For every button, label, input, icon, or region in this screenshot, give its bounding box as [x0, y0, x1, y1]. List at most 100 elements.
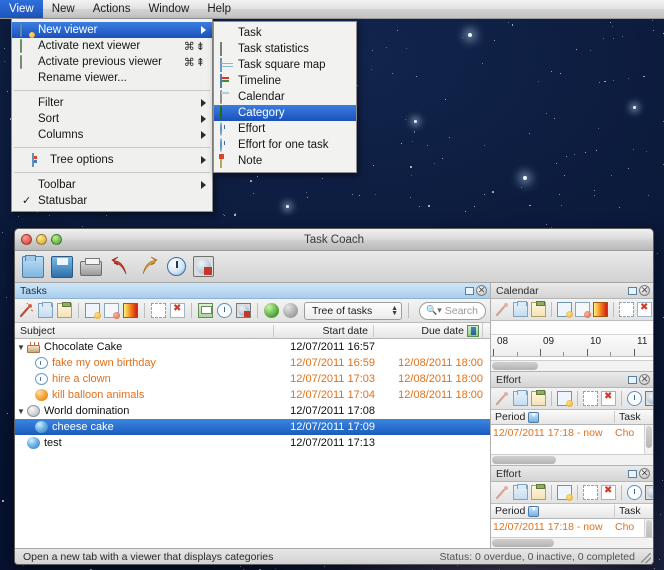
scrollbar-thumb[interactable] [492, 362, 538, 370]
undo-arrow-icon[interactable] [109, 256, 131, 278]
priority-gradient-icon[interactable] [593, 302, 608, 317]
scrollbar-thumb[interactable] [646, 520, 652, 537]
mark-inactive-icon[interactable] [151, 303, 166, 318]
edit-effort-icon[interactable] [557, 391, 573, 407]
new-task-wand-icon[interactable] [495, 391, 510, 406]
sort-indicator-icon[interactable] [467, 324, 479, 337]
effort-panel-2-close-icon[interactable]: ✕ [639, 468, 650, 479]
delete-task-icon[interactable] [170, 303, 185, 318]
sort-down-icon[interactable] [528, 411, 540, 423]
submenu-item-note[interactable]: Note [214, 153, 356, 169]
start-effort-icon[interactable] [627, 391, 642, 406]
mark-inactive-icon[interactable] [619, 302, 634, 317]
tasks-panel-toolbar[interactable]: Tree of tasks ▲▼ 🔍▾ Search [15, 299, 490, 323]
effort-2-list[interactable]: 12/07/2011 17:18 - now Cho [491, 519, 653, 537]
mark-completed-icon[interactable] [283, 303, 298, 318]
task-list[interactable]: ▼ Chocolate Cake 12/07/2011 16:57 fake m… [15, 339, 490, 548]
effort-1-horizontal-scrollbar[interactable] [491, 454, 653, 465]
tasks-panel-minimize-icon[interactable] [465, 287, 474, 295]
menubar-item-help[interactable]: Help [198, 0, 240, 18]
table-row[interactable]: cheese cake 12/07/2011 17:09 [15, 419, 490, 435]
new-task-wand-icon[interactable] [495, 485, 510, 500]
submenu-item-effort-for-one-task[interactable]: Effort for one task [214, 137, 356, 153]
effort-2-horizontal-scrollbar[interactable] [491, 537, 653, 548]
priority-gradient-icon[interactable] [123, 303, 138, 318]
column-header-task[interactable]: Task [615, 411, 653, 423]
calendar-horizontal-scrollbar[interactable] [491, 360, 653, 371]
calendar-panel-close-icon[interactable]: ✕ [639, 285, 650, 296]
expand-twisty-icon[interactable]: ▼ [15, 407, 27, 416]
new-effort-clipboard-icon[interactable] [531, 484, 546, 500]
edit-effort-icon[interactable] [557, 485, 573, 501]
assign-category-icon[interactable] [104, 303, 120, 319]
stop-effort-icon[interactable] [645, 485, 653, 500]
calendar-panel-toolbar[interactable] [491, 299, 653, 321]
effort-panel-2-toolbar[interactable] [491, 482, 653, 504]
effort-2-vertical-scrollbar[interactable] [644, 519, 653, 537]
app-toolbar[interactable] [15, 251, 653, 283]
effort-panel-1-toolbar[interactable] [491, 388, 653, 410]
expand-twisty-icon[interactable]: ▼ [15, 343, 27, 352]
new-effort-icon[interactable] [513, 390, 528, 406]
column-header-period[interactable]: Period [491, 411, 615, 423]
submenu-item-timeline[interactable]: Timeline [214, 73, 356, 89]
menu-item-columns[interactable]: Columns [12, 127, 212, 143]
folder-open-icon[interactable] [22, 254, 44, 278]
new-viewer-submenu[interactable]: Task Task statistics Task square map Tim… [213, 21, 357, 173]
start-effort-icon[interactable] [627, 485, 642, 500]
clock-icon[interactable] [167, 257, 186, 276]
edit-task-icon[interactable] [557, 302, 573, 318]
delete-task-icon[interactable] [637, 302, 652, 317]
new-task-icon[interactable] [513, 301, 528, 317]
menu-item-sort[interactable]: Sort [12, 111, 212, 127]
calendar-panel-minimize-icon[interactable] [628, 287, 637, 295]
mark-inactive-icon[interactable] [583, 391, 598, 406]
menu-item-new-viewer[interactable]: New viewer [12, 22, 212, 38]
edit-task-icon[interactable] [85, 303, 101, 319]
effort-1-list[interactable]: 12/07/2011 17:18 - now Cho [491, 425, 653, 454]
menu-item-activate-next-viewer[interactable]: Activate next viewer ⌘⇟ [12, 38, 212, 54]
task-list-header[interactable]: Subject Start date Due date [15, 323, 490, 339]
stepper-arrows-icon[interactable]: ▲ ▼ [391, 305, 398, 317]
table-row[interactable]: kill balloon animals 12/07/2011 17:04 12… [15, 387, 490, 403]
mark-active-icon[interactable] [264, 303, 279, 318]
table-row[interactable]: ▼ World domination 12/07/2011 17:08 [15, 403, 490, 419]
calendar-body[interactable]: 08 09 10 11 [491, 321, 653, 360]
printer-icon[interactable] [80, 258, 102, 276]
stop-clock-icon[interactable] [193, 256, 214, 277]
column-header-task[interactable]: Task [615, 505, 653, 517]
menu-item-filter[interactable]: Filter [12, 95, 212, 111]
effort-2-list-header[interactable]: Period Task [491, 504, 653, 519]
table-row[interactable]: hire a clown 12/07/2011 17:03 12/08/2011… [15, 371, 490, 387]
delete-effort-icon[interactable] [601, 485, 616, 500]
menubar-item-view[interactable]: View [0, 0, 43, 18]
effort-1-vertical-scrollbar[interactable] [644, 425, 653, 454]
effort-panel-1-minimize-icon[interactable] [628, 376, 637, 384]
submenu-item-category[interactable]: Category [214, 105, 356, 121]
table-row[interactable]: ▼ Chocolate Cake 12/07/2011 16:57 [15, 339, 490, 355]
menu-bar[interactable]: View New Actions Window Help [0, 0, 664, 19]
menu-item-activate-previous-viewer[interactable]: Activate previous viewer ⌘⇞ [12, 54, 212, 70]
table-row[interactable]: test 12/07/2011 17:13 [15, 435, 490, 451]
new-task-wand-icon[interactable] [495, 302, 510, 317]
new-task-wand-icon[interactable] [19, 302, 34, 318]
window-resize-handle[interactable] [641, 553, 651, 563]
view-dropdown-menu[interactable]: New viewer Activate next viewer ⌘⇟ Activ… [11, 19, 213, 212]
column-header-period[interactable]: Period [491, 505, 615, 517]
menubar-item-actions[interactable]: Actions [84, 0, 140, 18]
submenu-item-task-statistics[interactable]: Task statistics [214, 41, 356, 57]
effort-panel-2-minimize-icon[interactable] [628, 470, 637, 478]
list-item[interactable]: 12/07/2011 17:18 - now Cho [491, 425, 653, 440]
effort-panel-1-close-icon[interactable]: ✕ [639, 374, 650, 385]
menu-item-tree-options[interactable]: Tree options [12, 152, 212, 168]
new-subtask-clipboard-icon[interactable] [57, 302, 72, 318]
new-task-icon[interactable] [38, 302, 53, 318]
tasks-panel-close-icon[interactable]: ✕ [476, 285, 487, 296]
submenu-item-effort[interactable]: Effort [214, 121, 356, 137]
new-subtask-clipboard-icon[interactable] [531, 301, 546, 317]
view-selector-dropdown[interactable]: Tree of tasks ▲ ▼ [304, 301, 402, 320]
submenu-item-calendar[interactable]: Calendar [214, 89, 356, 105]
effort-1-list-header[interactable]: Period Task [491, 410, 653, 425]
window-titlebar[interactable]: Task Coach [15, 229, 653, 251]
floppy-save-icon[interactable] [51, 255, 73, 278]
